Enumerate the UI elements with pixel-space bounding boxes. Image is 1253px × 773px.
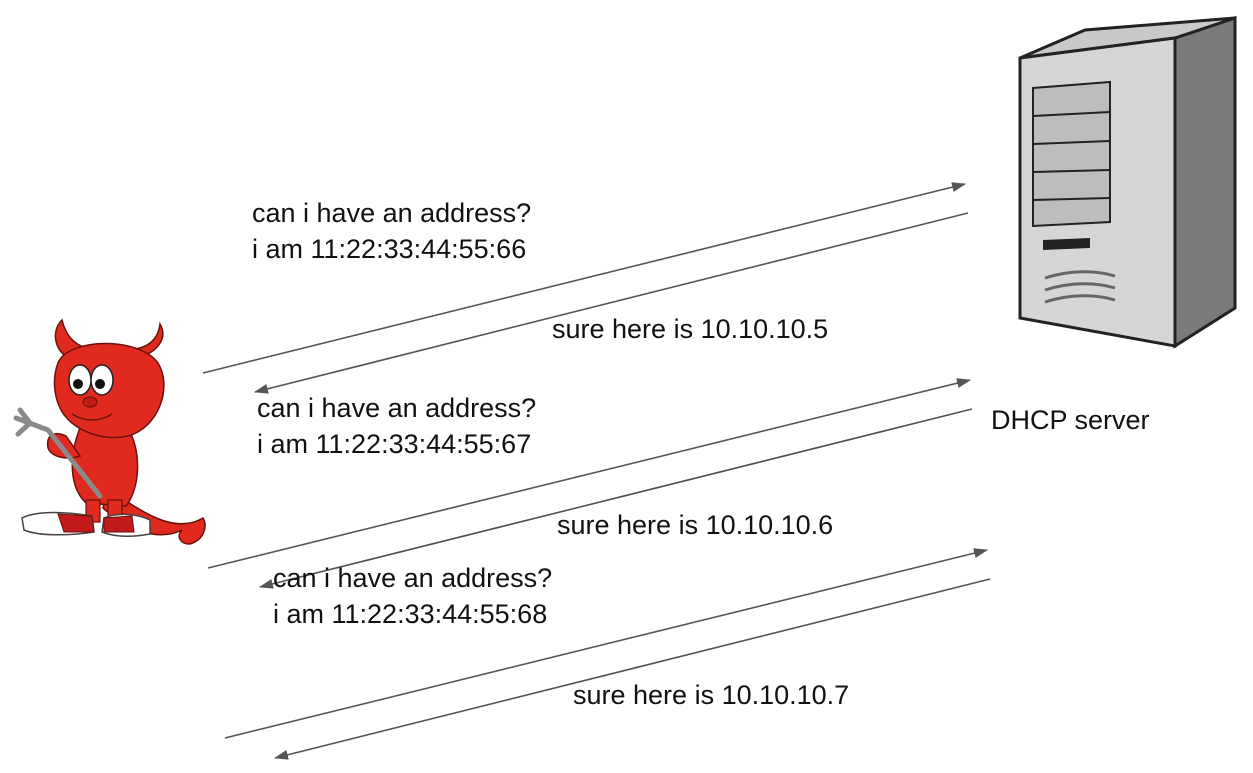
request-text-3: can i have an address? i am 11:22:33:44:… <box>273 560 552 632</box>
reply-text-2: sure here is 10.10.10.6 <box>557 510 834 540</box>
request-text-2: can i have an address? i am 11:22:33:44:… <box>257 390 536 462</box>
reply-text-3: sure here is 10.10.10.7 <box>573 680 850 710</box>
server-tower-icon <box>1018 15 1237 349</box>
dhcp-diagram: DHCP server can i have an address? i am … <box>0 0 1253 773</box>
request-line-3a: can i have an address? <box>273 563 553 593</box>
request-line-3b: i am 11:22:33:44:55:68 <box>273 599 548 629</box>
request-line-2b: i am 11:22:33:44:55:67 <box>257 429 532 459</box>
request-text-1: can i have an address? i am 11:22:33:44:… <box>252 195 531 267</box>
request-line-1a: can i have an address? <box>252 198 532 228</box>
server-label: DHCP server <box>991 405 1150 435</box>
request-line-2a: can i have an address? <box>257 393 537 423</box>
reply-text-1: sure here is 10.10.10.5 <box>552 314 829 344</box>
bsd-daemon-mascot-icon <box>13 318 206 545</box>
request-line-1b: i am 11:22:33:44:55:66 <box>252 234 527 264</box>
